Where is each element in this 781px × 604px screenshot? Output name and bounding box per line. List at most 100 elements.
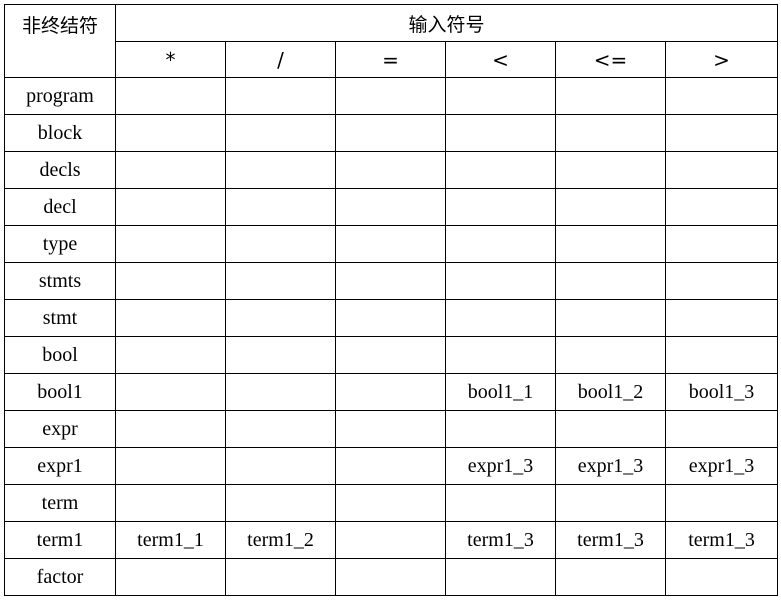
table-row: term xyxy=(4,484,779,522)
production-cell xyxy=(664,484,779,522)
production-cell xyxy=(115,558,226,596)
production-cell xyxy=(445,225,556,263)
production-cell xyxy=(225,114,336,152)
production-cell xyxy=(115,262,226,300)
table-row: stmt xyxy=(4,299,779,337)
table-row: decl xyxy=(4,188,779,226)
production-cell: term1_2 xyxy=(225,521,336,559)
table-row: expr xyxy=(4,410,779,448)
production-cell xyxy=(445,336,556,374)
table-row: program xyxy=(4,77,779,115)
production-cell xyxy=(115,77,226,115)
production-cell xyxy=(225,373,336,411)
production-cell: term1_3 xyxy=(445,521,556,559)
production-cell: expr1_3 xyxy=(445,447,556,485)
production-cell: term1_1 xyxy=(115,521,226,559)
production-cell: term1_3 xyxy=(555,521,666,559)
table-row: bool xyxy=(4,336,779,374)
nonterminal-cell: type xyxy=(4,225,116,263)
production-cell xyxy=(445,558,556,596)
production-cell xyxy=(335,77,446,115)
nonterminal-cell: program xyxy=(4,77,116,115)
production-cell xyxy=(335,521,446,559)
table-row: type xyxy=(4,225,779,263)
nonterminal-cell: bool xyxy=(4,336,116,374)
production-cell xyxy=(225,558,336,596)
production-cell xyxy=(115,299,226,337)
nonterminal-cell: decl xyxy=(4,188,116,226)
production-cell xyxy=(335,410,446,448)
production-cell: expr1_3 xyxy=(555,447,666,485)
symbol-header: * xyxy=(115,41,226,78)
production-cell xyxy=(335,151,446,189)
nonterminal-cell: term1 xyxy=(4,521,116,559)
table-row: term1 term1_1 term1_2 term1_3 term1_3 term1_3 xyxy=(4,521,779,559)
production-cell xyxy=(445,262,556,300)
production-cell xyxy=(225,484,336,522)
nonterminal-cell: block xyxy=(4,114,116,152)
production-cell: bool1_1 xyxy=(445,373,556,411)
nonterminal-cell: bool1 xyxy=(4,373,116,411)
production-cell xyxy=(335,336,446,374)
production-cell xyxy=(664,188,779,226)
production-cell xyxy=(445,410,556,448)
production-cell xyxy=(664,77,779,115)
production-cell xyxy=(555,114,666,152)
nonterminal-cell: stmts xyxy=(4,262,116,300)
table-row: decls xyxy=(4,151,779,189)
production-cell xyxy=(115,336,226,374)
production-cell xyxy=(115,151,226,189)
production-cell: bool1_2 xyxy=(555,373,666,411)
production-cell xyxy=(445,484,556,522)
production-cell xyxy=(445,77,556,115)
nonterminal-cell: factor xyxy=(4,558,116,596)
input-symbols-header: 输入符号 xyxy=(114,4,779,42)
symbol-header: > xyxy=(664,41,779,78)
production-cell xyxy=(555,558,666,596)
production-cell xyxy=(335,225,446,263)
table-row: factor xyxy=(4,558,779,596)
production-cell xyxy=(555,188,666,226)
production-cell xyxy=(555,299,666,337)
production-cell xyxy=(335,447,446,485)
production-cell xyxy=(335,188,446,226)
production-cell xyxy=(115,188,226,226)
production-cell xyxy=(445,188,556,226)
production-cell: expr1_3 xyxy=(664,447,779,485)
production-cell xyxy=(225,77,336,115)
production-cell xyxy=(664,151,779,189)
table-body: program block decls decl type stmts stmt bool bo… xyxy=(4,77,779,596)
production-cell xyxy=(445,151,556,189)
production-cell xyxy=(555,410,666,448)
production-cell xyxy=(664,299,779,337)
production-cell xyxy=(664,410,779,448)
production-cell xyxy=(225,188,336,226)
production-cell xyxy=(555,262,666,300)
production-cell xyxy=(115,225,226,263)
production-cell xyxy=(115,114,226,152)
production-cell xyxy=(555,151,666,189)
table-row: expr1 expr1_3 expr1_3 expr1_3 xyxy=(4,447,779,485)
production-cell xyxy=(335,114,446,152)
production-cell xyxy=(225,410,336,448)
production-cell: term1_3 xyxy=(664,521,779,559)
production-cell xyxy=(445,114,556,152)
production-cell xyxy=(225,225,336,263)
production-cell xyxy=(664,114,779,152)
production-cell xyxy=(335,558,446,596)
symbol-header: / xyxy=(225,41,336,78)
nonterminal-cell: decls xyxy=(4,151,116,189)
production-cell xyxy=(115,410,226,448)
production-cell xyxy=(335,484,446,522)
production-cell xyxy=(555,484,666,522)
production-cell xyxy=(335,373,446,411)
production-cell xyxy=(664,225,779,263)
symbol-header: = xyxy=(335,41,446,78)
nonterminal-cell: expr1 xyxy=(4,447,116,485)
production-cell xyxy=(555,77,666,115)
production-cell xyxy=(664,336,779,374)
production-cell xyxy=(664,558,779,596)
production-cell xyxy=(115,373,226,411)
nonterminal-header: 非终结符 xyxy=(4,4,116,78)
symbol-header: < xyxy=(445,41,556,78)
